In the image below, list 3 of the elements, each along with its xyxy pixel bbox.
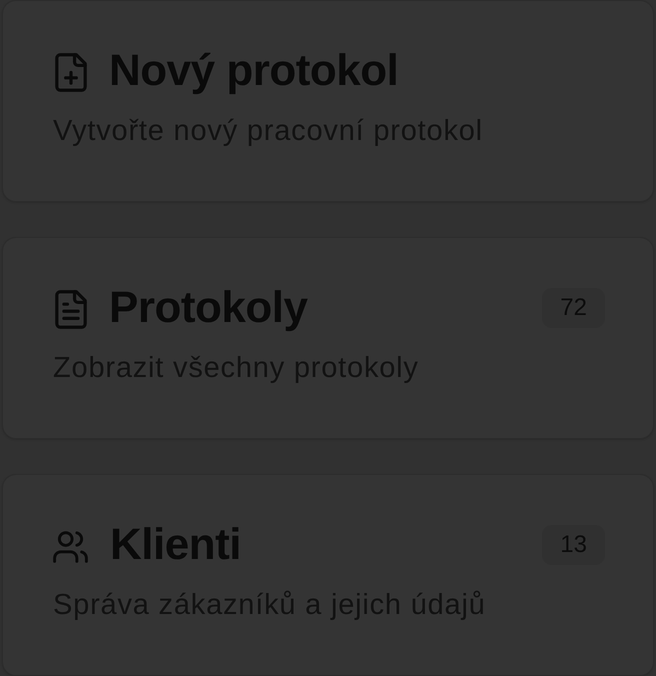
people-icon (53, 530, 88, 562)
document-plus-icon (55, 53, 87, 92)
document-icon (55, 290, 87, 329)
